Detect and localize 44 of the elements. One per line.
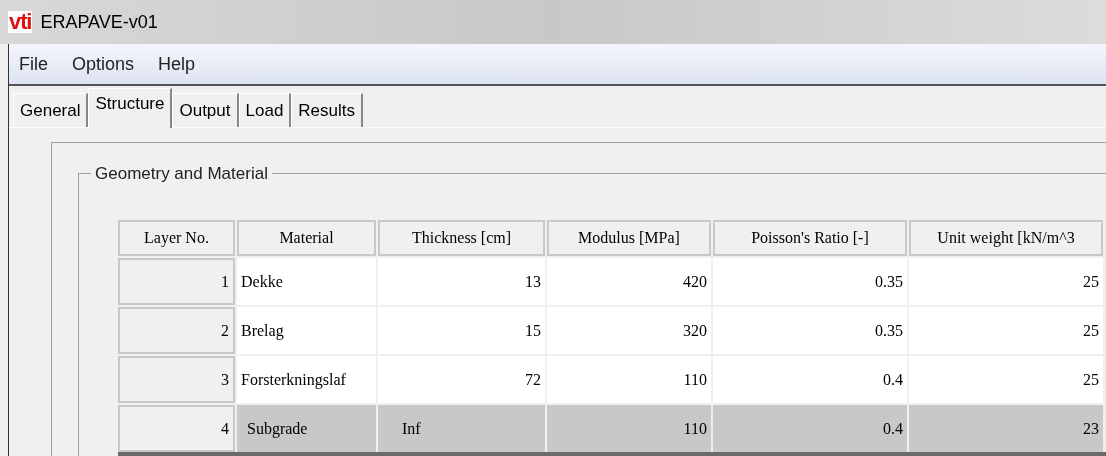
tab[interactable]: Structure [88,88,173,128]
window-title: ERAPAVE-v01 [40,10,158,34]
menu-item[interactable]: File [19,50,48,78]
row-header: 2 [118,307,235,354]
tab[interactable]: General [13,93,89,127]
table-cell: 0.4 [713,356,907,403]
row-header: 4 [118,405,235,452]
table-cell: 72 [378,356,545,403]
table-cell: 0.35 [713,258,907,305]
column-header: Layer No. [118,220,235,256]
column-header: Modulus [MPa] [547,220,711,256]
tab[interactable]: Results [291,93,364,127]
table-row[interactable]: 4 Subgrade Inf 110 0.4 23 [118,405,1106,452]
table-cell: 0.35 [713,307,907,354]
table-cell: 25 [909,307,1103,354]
table-cell: 25 [909,356,1103,403]
table-cell: 23 [909,405,1103,452]
table-row[interactable]: 3 Forsterkningslaf 72 110 0.4 25 [118,356,1106,403]
tab[interactable]: Load [238,93,292,127]
table-cell: Inf [378,405,545,452]
table-cell: 110 [547,405,711,452]
column-header: Thickness [cm] [378,220,545,256]
table-cell: 110 [547,356,711,403]
table-row[interactable]: 2 Brelag 15 320 0.35 25 [118,307,1106,354]
table-cell: Forsterkningslaf [237,356,376,403]
column-header: Unit weight [kN/m^3 [909,220,1103,256]
table-cell: 13 [378,258,545,305]
table-row[interactable]: 1 Dekke 13 420 0.35 25 [118,258,1106,305]
table-cell: 420 [547,258,711,305]
row-header: 3 [118,356,235,403]
app-logo: vti [8,11,33,33]
table-cell: Dekke [237,258,376,305]
table-cell: 15 [378,307,545,354]
table-cell: 25 [909,258,1103,305]
table-cell: 0.4 [713,405,907,452]
table-cell: Brelag [237,307,376,354]
tab[interactable]: Output [172,93,239,127]
menu-item[interactable]: Options [72,50,135,78]
column-header: Material [237,220,376,256]
table-cell: 320 [547,307,711,354]
row-header: 1 [118,258,235,305]
menu-item[interactable]: Help [158,50,196,78]
column-header: Poisson's Ratio [-] [713,220,907,256]
table-cell: Subgrade [237,405,376,452]
